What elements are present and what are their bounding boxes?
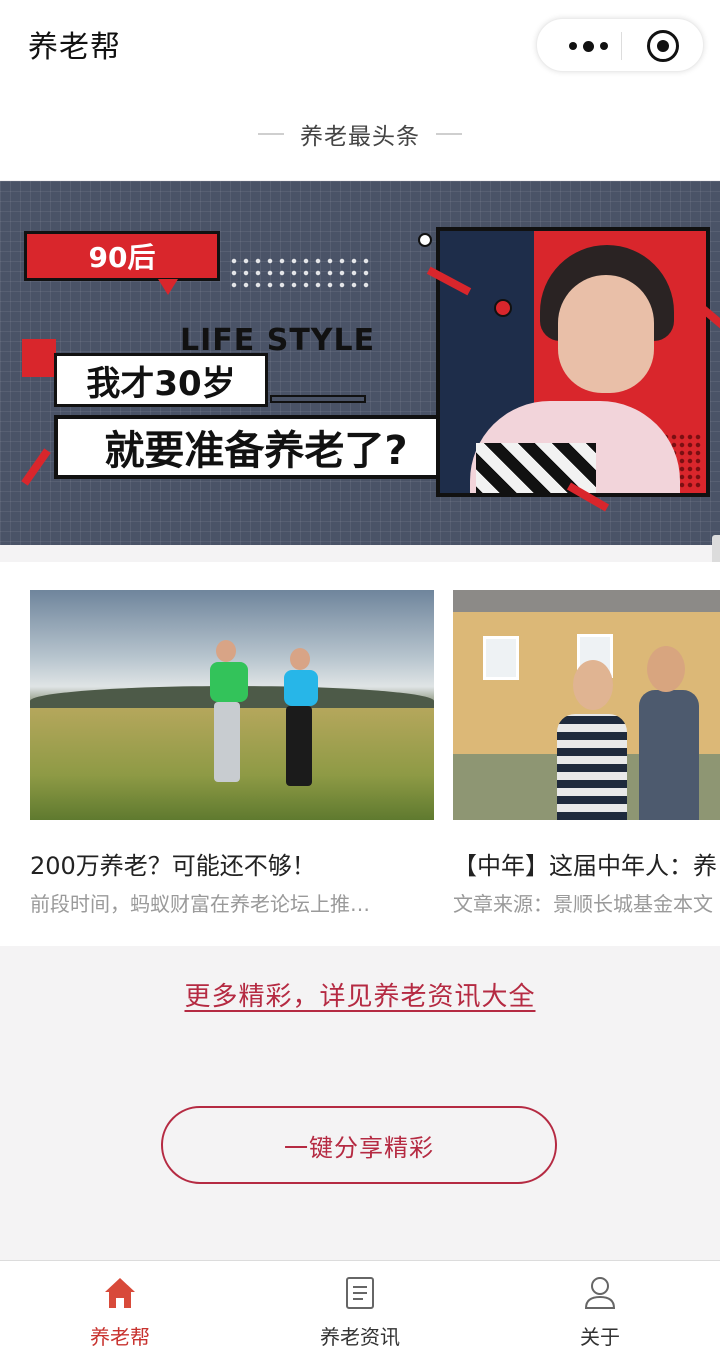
target-circle-icon[interactable] bbox=[647, 30, 679, 62]
article-summary: 前段时间，蚂蚁财富在养老论坛上推… bbox=[30, 892, 370, 916]
article-thumbnail bbox=[453, 590, 720, 820]
decor-circle bbox=[418, 233, 432, 247]
mini-program-capsule bbox=[536, 18, 704, 72]
article-card[interactable]: 200万养老？可能还不够！ 前段时间，蚂蚁财富在养老论坛上推… bbox=[30, 590, 434, 916]
header-line-right bbox=[436, 133, 462, 135]
tab-label: 养老资讯 bbox=[320, 1325, 400, 1349]
section-title: 养老最头条 bbox=[300, 124, 420, 150]
share-button[interactable]: 一键分享精彩 bbox=[161, 1106, 557, 1184]
more-dots-icon[interactable] bbox=[555, 19, 621, 73]
decor-bar bbox=[270, 395, 366, 403]
article-title: 200万养老？可能还不够！ bbox=[30, 852, 316, 880]
decor-slash bbox=[21, 448, 51, 486]
home-icon bbox=[105, 1278, 135, 1308]
banner-headline-line2: 就要准备养老了? bbox=[54, 415, 458, 479]
document-icon bbox=[346, 1277, 374, 1309]
more-news-link[interactable]: 更多精彩，详见养老资讯大全 bbox=[184, 982, 535, 1012]
article-thumbnail bbox=[30, 590, 434, 820]
section-header: 养老最头条 bbox=[0, 88, 720, 180]
app-title: 养老帮 bbox=[28, 30, 121, 65]
more-link-row: 更多精彩，详见养老资讯大全 bbox=[0, 976, 720, 1013]
article-title: 【中年】这届中年人：养 bbox=[453, 852, 717, 880]
tab-about[interactable]: 关于 bbox=[480, 1261, 720, 1355]
banner-headline-line1: 我才30岁 bbox=[54, 353, 268, 407]
bubble-tail bbox=[158, 279, 178, 295]
dot-pattern bbox=[228, 255, 374, 289]
tab-label: 养老帮 bbox=[90, 1325, 150, 1349]
banner-portrait-photo bbox=[436, 227, 710, 497]
tab-news[interactable]: 养老资讯 bbox=[240, 1261, 480, 1355]
headline-banner[interactable]: 90后 LIFE STYLE 我才30岁 就要准备养老了? bbox=[0, 181, 720, 545]
decor-dot bbox=[494, 299, 512, 317]
tab-home[interactable]: 养老帮 bbox=[0, 1261, 240, 1355]
bottom-tab-bar: 养老帮 养老资讯 关于 bbox=[0, 1260, 720, 1355]
header-line-left bbox=[258, 133, 284, 135]
decor-red-square bbox=[22, 339, 56, 377]
banner-age-bubble: 90后 bbox=[24, 231, 220, 281]
top-nav-bar: 养老帮 bbox=[0, 0, 720, 88]
tab-label: 关于 bbox=[580, 1325, 620, 1349]
article-summary: 文章来源：景顺长城基金本文 bbox=[453, 892, 713, 916]
article-card[interactable]: 【中年】这届中年人：养 文章来源：景顺长城基金本文 bbox=[453, 590, 720, 916]
capsule-divider bbox=[621, 32, 622, 60]
user-icon bbox=[584, 1277, 616, 1309]
article-carousel[interactable]: 200万养老？可能还不够！ 前段时间，蚂蚁财富在养老论坛上推… 【中年】这届中年… bbox=[0, 562, 720, 946]
